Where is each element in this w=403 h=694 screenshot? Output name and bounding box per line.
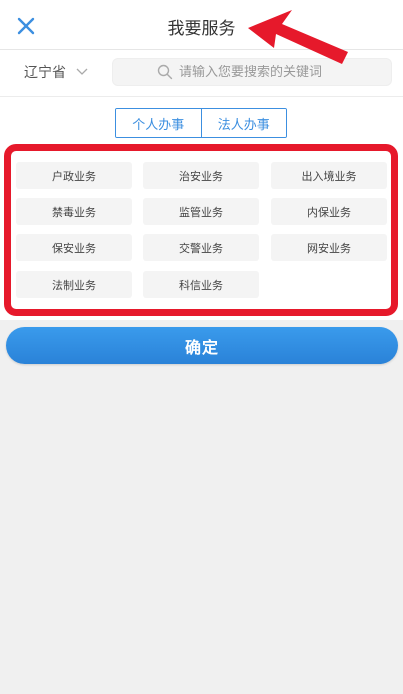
category-kexin[interactable]: 科信业务 bbox=[143, 271, 259, 298]
category-jianguan[interactable]: 监管业务 bbox=[143, 198, 259, 225]
confirm-button[interactable]: 确定 bbox=[6, 327, 398, 364]
category-churujing[interactable]: 出入境业务 bbox=[271, 162, 387, 189]
category-grid: 户政业务 治安业务 出入境业务 禁毒业务 监管业务 内保业务 保安业务 交警业务… bbox=[4, 144, 398, 316]
category-jindu[interactable]: 禁毒业务 bbox=[16, 198, 132, 225]
category-huzheng[interactable]: 户政业务 bbox=[16, 162, 132, 189]
region-label: 辽宁省 bbox=[24, 65, 66, 81]
region-dropdown[interactable]: 辽宁省 bbox=[24, 62, 88, 82]
header-bar: 我要服务 bbox=[0, 0, 403, 50]
category-jiaojing[interactable]: 交警业务 bbox=[143, 234, 259, 261]
filter-divider bbox=[0, 96, 403, 97]
category-zhian[interactable]: 治安业务 bbox=[143, 162, 259, 189]
search-input[interactable] bbox=[179, 64, 379, 80]
category-baoan[interactable]: 保安业务 bbox=[16, 234, 132, 261]
page-title: 我要服务 bbox=[167, 19, 236, 39]
category-neibao[interactable]: 内保业务 bbox=[271, 198, 387, 225]
chevron-down-icon bbox=[76, 68, 88, 75]
tab-personal[interactable]: 个人办事 bbox=[116, 109, 201, 137]
service-type-tabs: 个人办事 法人办事 bbox=[115, 108, 287, 138]
category-wangan[interactable]: 网安业务 bbox=[271, 234, 387, 261]
tab-corporate[interactable]: 法人办事 bbox=[200, 109, 286, 137]
search-icon bbox=[157, 64, 173, 80]
category-fazhi[interactable]: 法制业务 bbox=[16, 271, 132, 298]
search-box[interactable] bbox=[112, 58, 392, 86]
